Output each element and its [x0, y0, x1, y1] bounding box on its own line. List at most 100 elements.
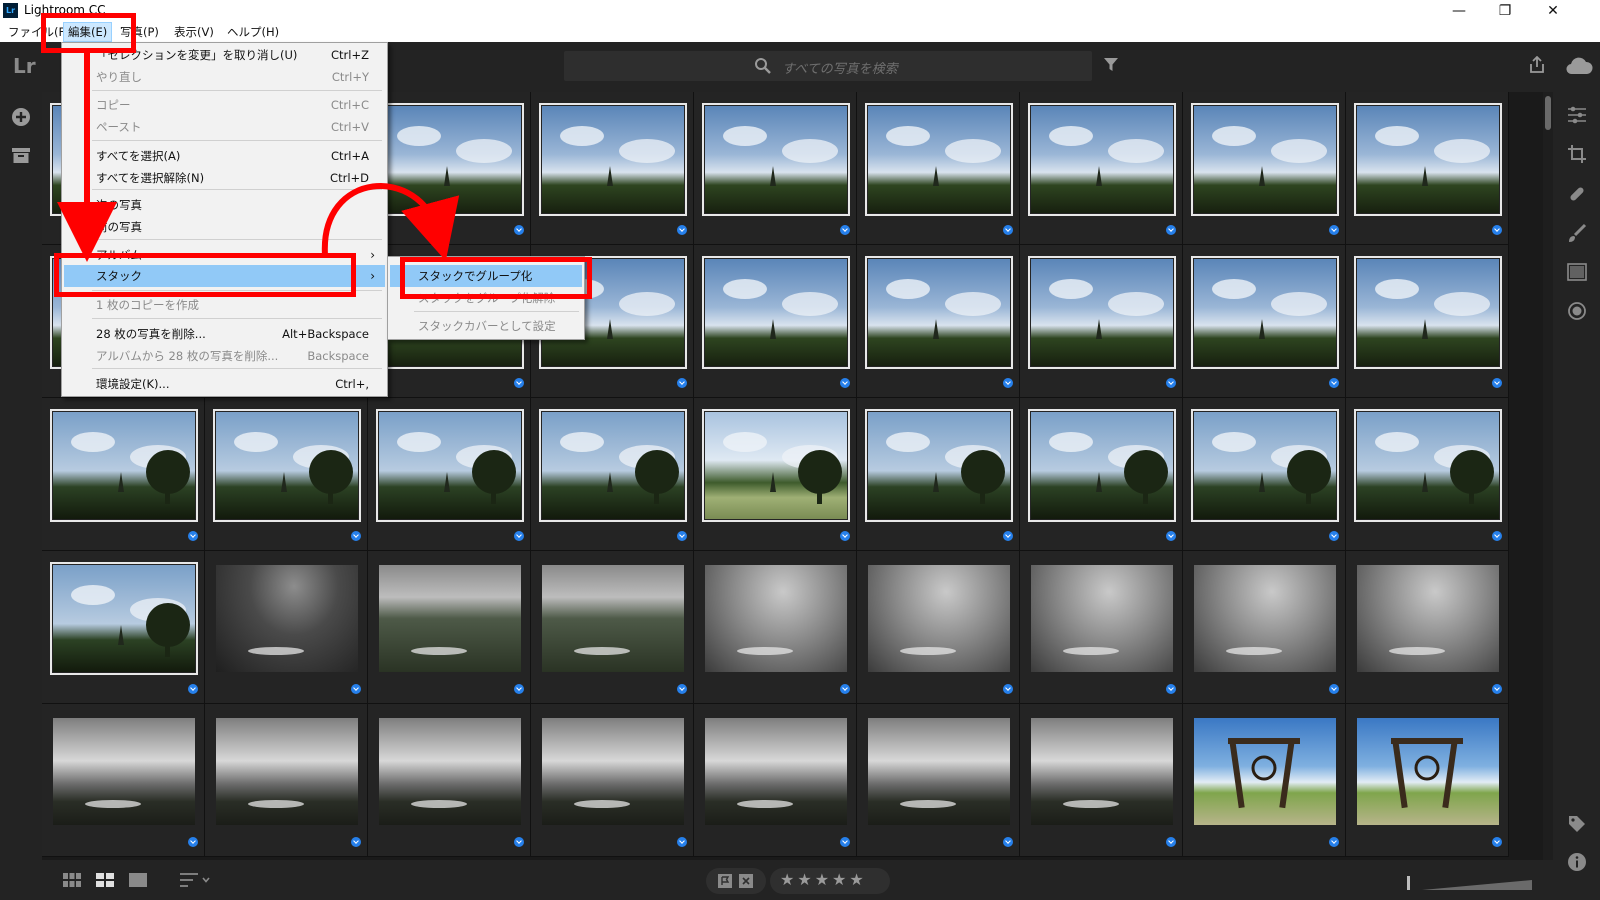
photo-cell[interactable] — [857, 398, 1020, 551]
photo-cell[interactable] — [694, 398, 857, 551]
photo-cell[interactable] — [857, 704, 1020, 857]
photo-thumbnail[interactable] — [1357, 718, 1499, 825]
photo-cell[interactable] — [1020, 704, 1183, 857]
radial-gradient-icon[interactable] — [1567, 301, 1587, 321]
photo-thumbnail[interactable] — [1354, 256, 1502, 369]
photo-cell[interactable] — [368, 92, 531, 245]
photo-cell[interactable] — [1183, 398, 1346, 551]
photo-cell[interactable] — [205, 704, 368, 857]
photo-thumbnail[interactable] — [868, 565, 1010, 672]
photo-thumbnail[interactable] — [542, 565, 684, 672]
selection-check-icon[interactable] — [840, 837, 850, 847]
photo-cell[interactable] — [1346, 92, 1509, 245]
edit-menu-item[interactable]: 環境設定(K)... Ctrl+, — [64, 373, 385, 395]
photo-cell[interactable] — [1183, 245, 1346, 398]
selection-check-icon[interactable] — [188, 531, 198, 541]
filter-icon[interactable] — [1104, 58, 1118, 72]
selection-check-icon[interactable] — [351, 531, 361, 541]
selection-check-icon[interactable] — [1166, 837, 1176, 847]
photo-cell[interactable] — [694, 551, 857, 704]
selection-check-icon[interactable] — [1003, 378, 1013, 388]
photo-thumbnail[interactable] — [1191, 103, 1339, 216]
sort-icon[interactable] — [180, 873, 210, 887]
selection-check-icon[interactable] — [351, 684, 361, 694]
photo-cell[interactable] — [694, 92, 857, 245]
selection-check-icon[interactable] — [1329, 378, 1339, 388]
photo-cell[interactable] — [1183, 92, 1346, 245]
selection-check-icon[interactable] — [1166, 684, 1176, 694]
edit-menu-item[interactable]: 28 枚の写真を削除... Alt+Backspace — [64, 323, 385, 345]
photo-cell[interactable] — [531, 398, 694, 551]
tag-icon[interactable] — [1567, 814, 1587, 834]
photo-thumbnail[interactable] — [379, 718, 521, 825]
selection-check-icon[interactable] — [514, 225, 524, 235]
selection-check-icon[interactable] — [1329, 837, 1339, 847]
linear-gradient-icon[interactable] — [1567, 263, 1587, 281]
photo-thumbnail[interactable] — [379, 565, 521, 672]
detail-view-icon[interactable] — [129, 873, 147, 887]
selection-check-icon[interactable] — [677, 837, 687, 847]
menu-view[interactable]: 表示(V) — [170, 22, 218, 42]
selection-check-icon[interactable] — [188, 837, 198, 847]
photo-cell[interactable] — [1346, 704, 1509, 857]
photo-cell[interactable] — [857, 551, 1020, 704]
edit-menu-item[interactable]: 次の写真 — [64, 194, 385, 216]
photo-thumbnail[interactable] — [865, 409, 1013, 522]
photo-thumbnail[interactable] — [376, 409, 524, 522]
selection-check-icon[interactable] — [1329, 225, 1339, 235]
thumbnail-size-slider[interactable] — [1422, 880, 1532, 890]
close-button[interactable]: ✕ — [1530, 0, 1576, 22]
photo-thumbnail[interactable] — [705, 565, 847, 672]
selection-check-icon[interactable] — [1166, 378, 1176, 388]
crop-icon[interactable] — [1567, 144, 1587, 164]
photo-cell[interactable] — [857, 92, 1020, 245]
photo-cell[interactable] — [368, 704, 531, 857]
photo-thumbnail[interactable] — [865, 103, 1013, 216]
grid-scrollbar[interactable] — [1543, 92, 1553, 860]
photo-thumbnail[interactable] — [1194, 565, 1336, 672]
edit-menu-item[interactable]: ペースト Ctrl+V — [64, 116, 385, 138]
photo-cell[interactable] — [1020, 92, 1183, 245]
photo-cell[interactable] — [42, 398, 205, 551]
edit-menu-item[interactable]: やり直し Ctrl+Y — [64, 66, 385, 88]
info-icon[interactable] — [1567, 852, 1587, 872]
photo-thumbnail[interactable] — [1028, 409, 1176, 522]
photo-thumbnail[interactable] — [539, 103, 687, 216]
photo-thumbnail[interactable] — [702, 256, 850, 369]
edit-menu-item[interactable]: コピー Ctrl+C — [64, 94, 385, 116]
selection-check-icon[interactable] — [514, 684, 524, 694]
photo-thumbnail[interactable] — [702, 409, 850, 522]
photo-cell[interactable] — [1346, 551, 1509, 704]
selection-check-icon[interactable] — [1003, 837, 1013, 847]
photo-thumbnail[interactable] — [705, 718, 847, 825]
photo-cell[interactable] — [1020, 245, 1183, 398]
photo-thumbnail[interactable] — [1191, 256, 1339, 369]
minimize-button[interactable]: — — [1436, 0, 1482, 22]
photo-cell[interactable] — [694, 704, 857, 857]
flag-filter[interactable] — [706, 868, 766, 894]
selection-check-icon[interactable] — [840, 531, 850, 541]
photo-thumbnail[interactable] — [216, 718, 358, 825]
selection-check-icon[interactable] — [1492, 684, 1502, 694]
selection-check-icon[interactable] — [188, 684, 198, 694]
stack-submenu-item[interactable]: スタックカバーとして設定 — [390, 315, 582, 337]
photo-thumbnail[interactable] — [1028, 103, 1176, 216]
photo-cell[interactable] — [1020, 398, 1183, 551]
photo-cell[interactable] — [205, 398, 368, 551]
cloud-icon[interactable] — [1565, 57, 1593, 75]
selection-check-icon[interactable] — [840, 684, 850, 694]
selection-check-icon[interactable] — [514, 531, 524, 541]
library-icon[interactable] — [11, 146, 31, 164]
photo-cell[interactable] — [42, 704, 205, 857]
menu-help[interactable]: ヘルプ(H) — [223, 22, 283, 42]
photo-cell[interactable] — [531, 92, 694, 245]
photo-thumbnail[interactable] — [1354, 103, 1502, 216]
selection-check-icon[interactable] — [1003, 531, 1013, 541]
photo-cell[interactable] — [205, 551, 368, 704]
selection-check-icon[interactable] — [1492, 225, 1502, 235]
selection-check-icon[interactable] — [677, 684, 687, 694]
edit-menu-item[interactable]: すべてを選択解除(N) Ctrl+D — [64, 167, 385, 189]
edit-menu-item[interactable]: すべてを選択(A) Ctrl+A — [64, 145, 385, 167]
selection-check-icon[interactable] — [514, 837, 524, 847]
photo-cell[interactable] — [42, 551, 205, 704]
